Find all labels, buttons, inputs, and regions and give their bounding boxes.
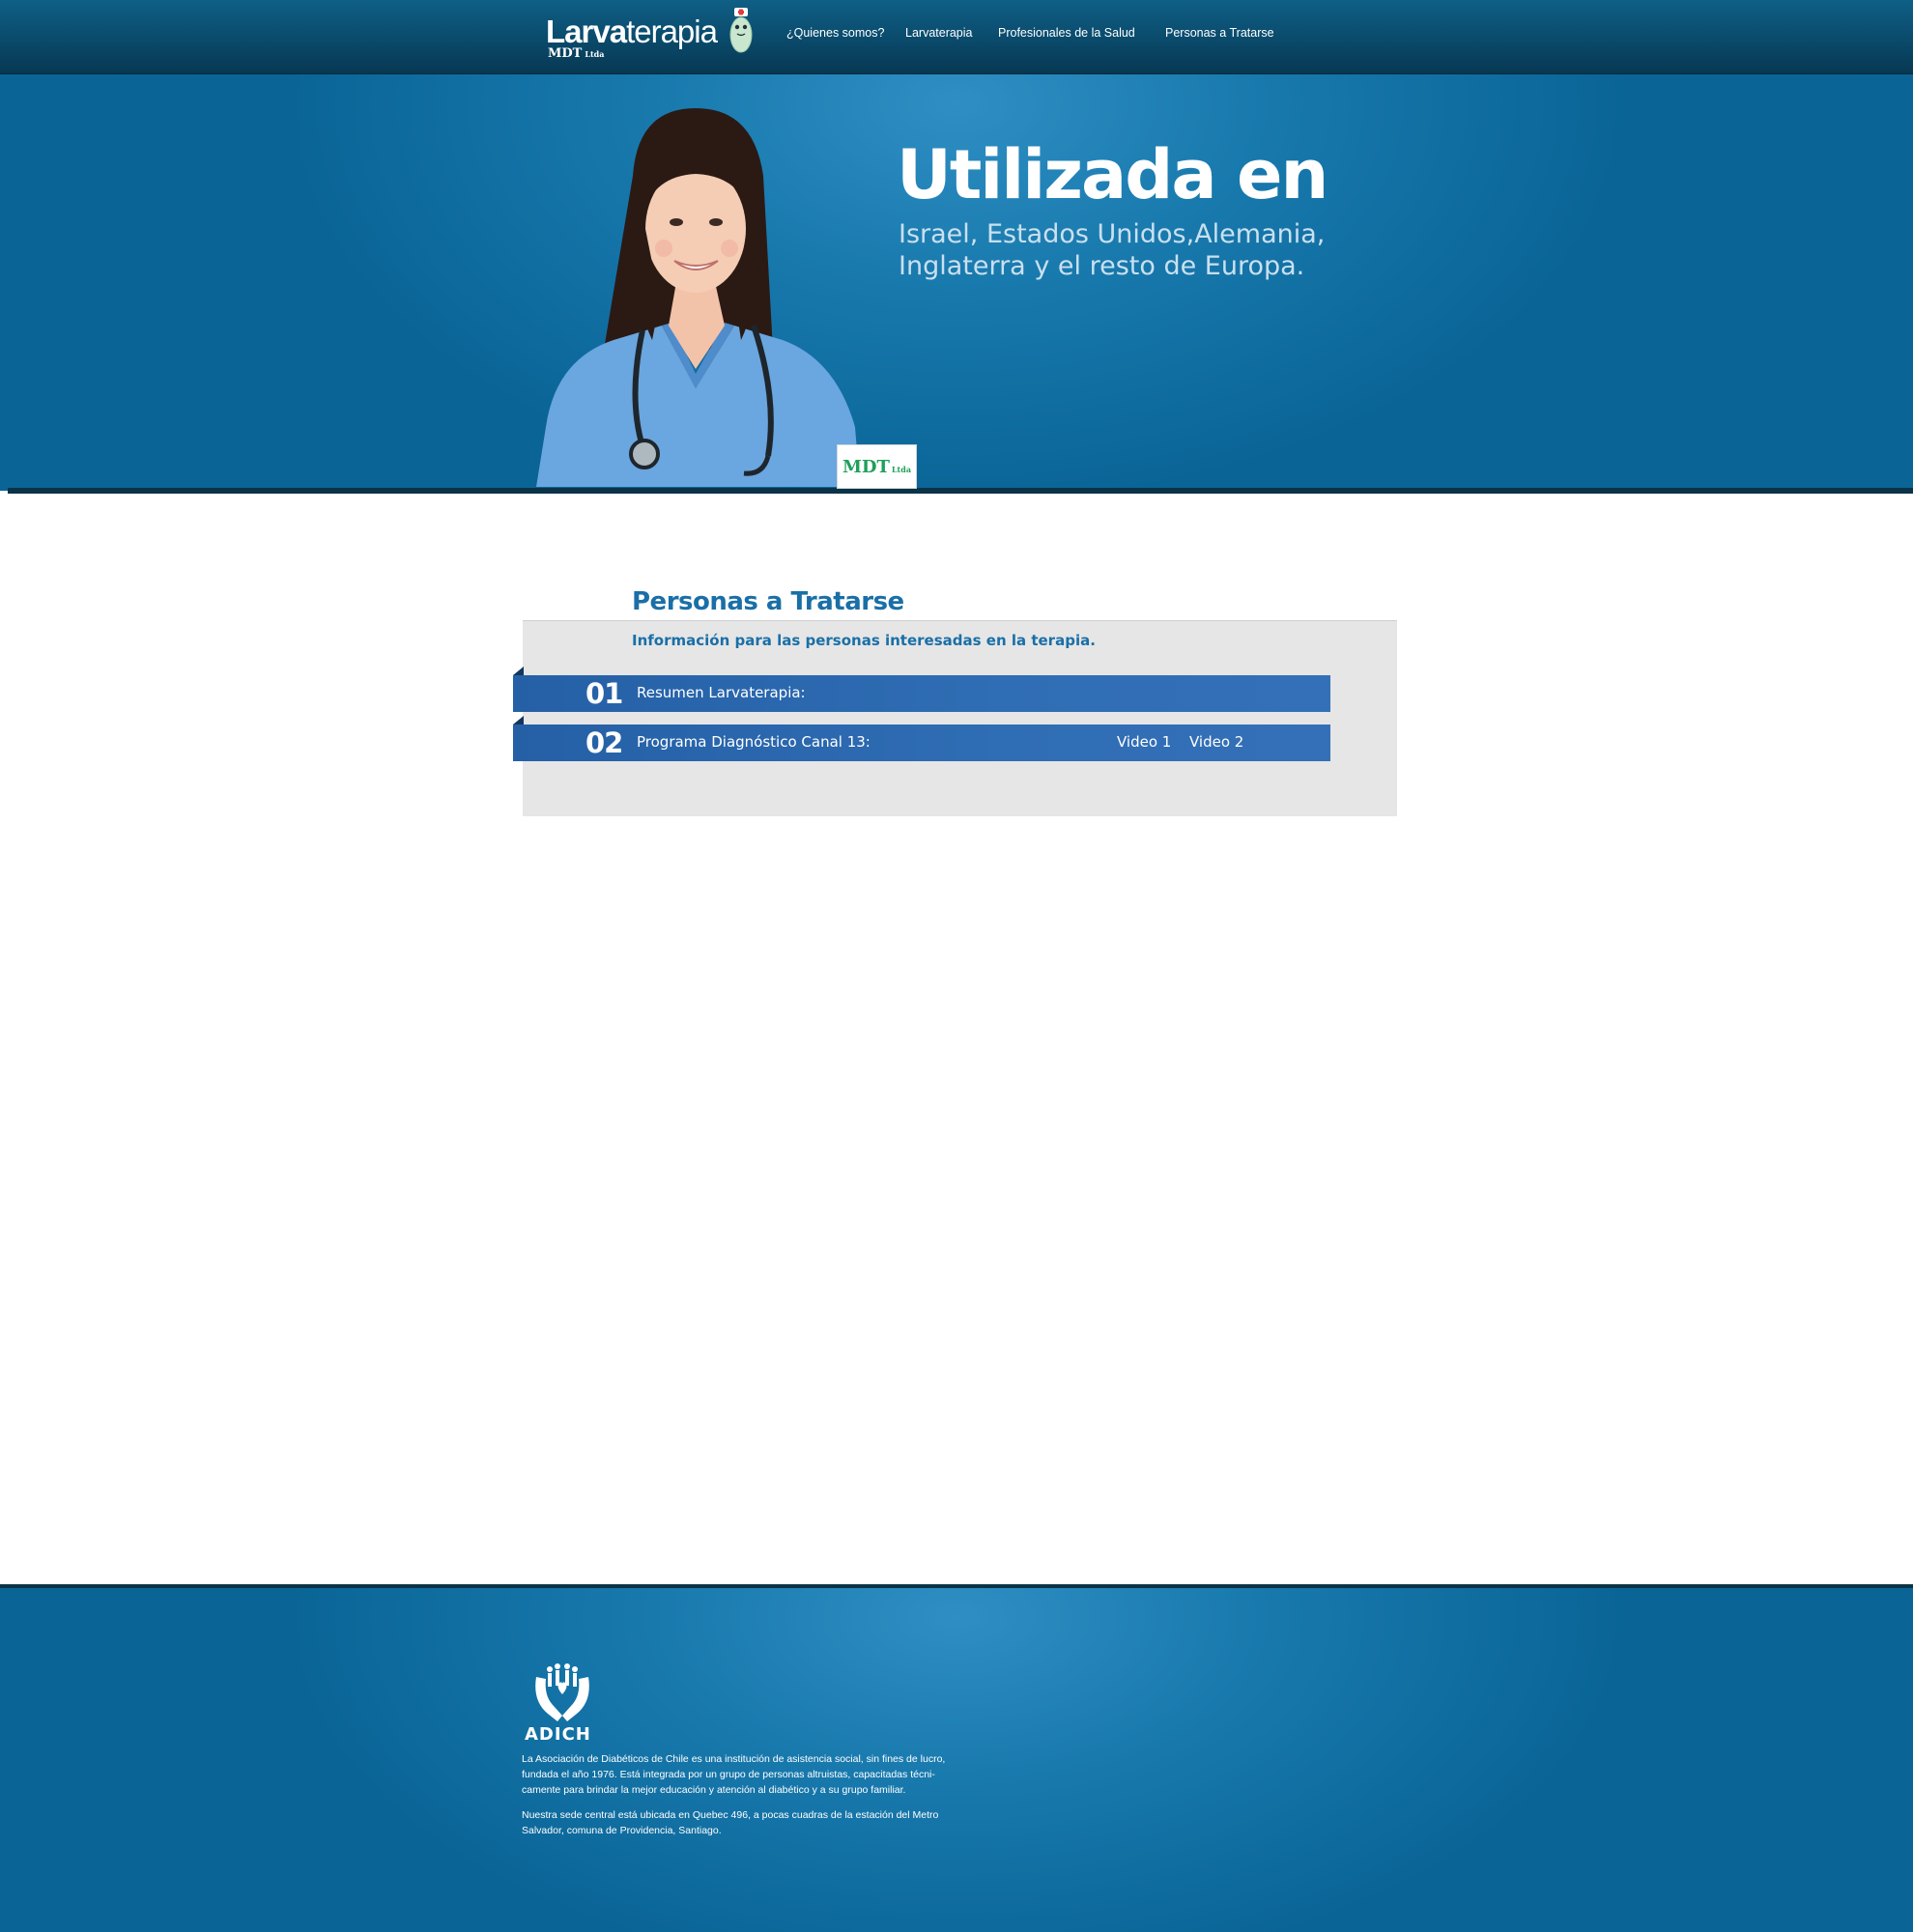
footer-address-text: Nuestra sede central está ubicada en Que… [522,1809,939,1836]
logo-wordmark: Larvaterapia [546,14,718,49]
hero-title: Utilizada en [897,135,1328,214]
top-nav-bar: Larvaterapia MDT Ltda ¿Quienes somos? Lar… [0,0,1913,74]
larva-mascot-icon [729,8,753,53]
nav-item-quienes-somos[interactable]: ¿Quienes somos? [786,26,884,40]
footer-about-text: La Asociación de Diabéticos de Chile es … [522,1753,946,1796]
content-panel [523,620,1397,816]
item-number: 01 [585,677,623,710]
page-title: Personas a Tratarse [632,587,904,616]
video-1-link[interactable]: Video 1 [1117,733,1171,751]
nav-item-larvaterapia[interactable]: Larvaterapia [905,26,973,40]
logo-subtitle: MDT Ltda [548,46,605,61]
mdt-badge: MDT Ltda [837,444,917,489]
ribbon-fold [513,716,524,724]
hero-subtitle: Israel, Estados Unidos,Alemania, Inglate… [899,219,1326,281]
nav-item-personas[interactable]: Personas a Tratarse [1165,26,1274,40]
nurse-photo [536,108,860,487]
list-item-programa: 02 Programa Diagnóstico Canal 13: Video … [513,716,1330,761]
item-number: 02 [585,726,623,759]
adich-hands-logo [535,1663,589,1721]
site-logo[interactable]: Larvaterapia MDT Ltda [546,8,758,66]
item-label: Resumen Larvaterapia: [637,684,806,701]
nav-item-profesionales[interactable]: Profesionales de la Salud [998,26,1135,40]
list-item-resumen[interactable]: 01 Resumen Larvaterapia: [513,667,1330,712]
adich-wordmark: ADICH [525,1724,591,1745]
section-subtitle: Información para las personas interesada… [632,632,1096,649]
hero-divider [8,488,1913,494]
item-label: Programa Diagnóstico Canal 13: [637,733,871,751]
ribbon-fold [513,667,524,675]
video-2-link[interactable]: Video 2 [1189,733,1243,751]
